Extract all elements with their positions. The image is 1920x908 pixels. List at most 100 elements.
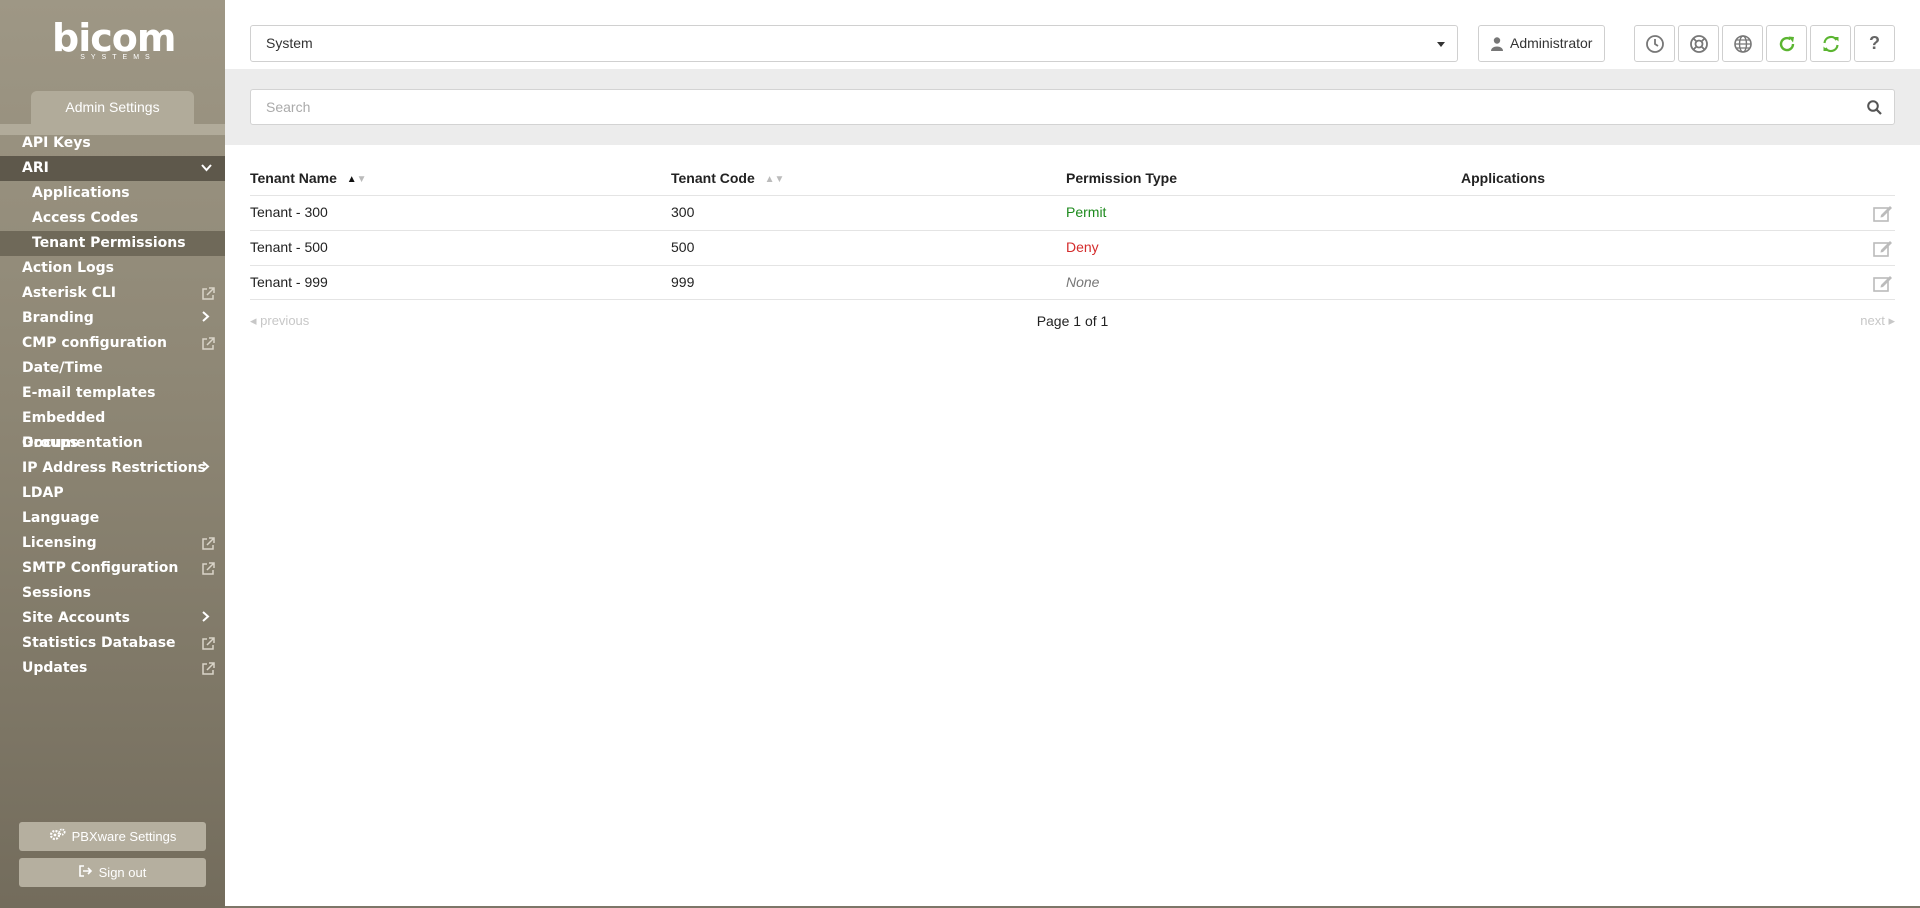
user-icon <box>1491 37 1503 51</box>
support-button[interactable] <box>1678 25 1719 62</box>
sidebar-nav: API Keys ARI Applications Access Codes T… <box>0 131 225 681</box>
sidebar-item-embedded-documentation[interactable]: Embedded Documentation <box>0 406 225 451</box>
bicom-logo: bicom SYSTEMS <box>52 18 176 66</box>
tenant-name-cell: Tenant - 300 <box>250 204 328 220</box>
caret-down-icon <box>1437 42 1445 47</box>
sidebar-item-label: SMTP Configuration <box>22 560 179 576</box>
sidebar-item-tenant-permissions[interactable]: Tenant Permissions <box>0 231 225 256</box>
sidebar-item-label: IP Address Restrictions <box>22 460 206 476</box>
edit-icon[interactable] <box>1873 205 1893 222</box>
sidebar-item-cmp-configuration[interactable]: CMP configuration <box>0 331 225 356</box>
sidebar-item-statistics-database[interactable]: Statistics Database <box>0 631 225 656</box>
sidebar-item-action-logs[interactable]: Action Logs <box>0 256 225 281</box>
sidebar-item-label: Language <box>22 510 100 526</box>
table-row[interactable]: Tenant - 300 300 Permit <box>250 195 1895 230</box>
column-header-permission-type: Permission Type <box>1066 165 1177 195</box>
edit-icon[interactable] <box>1873 240 1893 257</box>
external-link-icon <box>202 537 215 550</box>
column-header-label: Tenant Name <box>250 170 337 186</box>
next-page-label: next <box>1860 313 1885 328</box>
column-header-applications: Applications <box>1461 165 1545 195</box>
permission-type-cell: Permit <box>1066 204 1107 220</box>
sidebar-item-label: Branding <box>22 310 94 326</box>
sidebar-item-label: Tenant Permissions <box>32 235 186 251</box>
sidebar-item-label: Groups <box>22 435 79 451</box>
history-button[interactable] <box>1634 25 1675 62</box>
permission-type-cell: Deny <box>1066 239 1099 255</box>
sidebar-item-label: CMP configuration <box>22 335 168 351</box>
help-icon: ? <box>1869 33 1880 53</box>
sign-out-button[interactable]: Sign out <box>19 858 206 887</box>
chevron-down-icon <box>199 156 213 181</box>
language-button[interactable] <box>1722 25 1763 62</box>
sync-button[interactable] <box>1810 25 1851 62</box>
search-placeholder: Search <box>266 99 311 115</box>
sidebar-item-sessions[interactable]: Sessions <box>0 581 225 606</box>
sidebar-item-api-keys[interactable]: API Keys <box>0 131 225 156</box>
sidebar-item-groups[interactable]: Groups <box>0 431 225 456</box>
sort-icon[interactable]: ▲▼ <box>347 167 367 193</box>
external-link-icon <box>202 562 215 575</box>
caret-right-icon: ▸ <box>1884 313 1895 328</box>
sort-icon[interactable]: ▲▼ <box>765 167 785 193</box>
sidebar-item-label: E-mail templates <box>22 385 156 401</box>
cogs-icon <box>49 822 66 851</box>
sidebar-item-label: Sessions <box>22 585 91 601</box>
sidebar-item-language[interactable]: Language <box>0 506 225 531</box>
sidebar: bicom SYSTEMS Admin Settings API Keys AR… <box>0 0 225 908</box>
chevron-right-icon <box>199 456 213 481</box>
sidebar-item-licensing[interactable]: Licensing <box>0 531 225 556</box>
sidebar-item-label: API Keys <box>22 135 91 151</box>
sidebar-item-label: Updates <box>22 660 88 676</box>
column-header-tenant-code[interactable]: Tenant Code ▲▼ <box>671 165 784 195</box>
sidebar-item-email-templates[interactable]: E-mail templates <box>0 381 225 406</box>
sidebar-item-ari[interactable]: ARI <box>0 156 225 181</box>
sidebar-item-asterisk-cli[interactable]: Asterisk CLI <box>0 281 225 306</box>
sidebar-item-label: Access Codes <box>32 210 139 226</box>
sidebar-item-label: Date/Time <box>22 360 103 376</box>
admin-settings-tab[interactable]: Admin Settings <box>31 91 194 124</box>
external-link-icon <box>202 337 215 350</box>
system-select[interactable]: System <box>250 25 1458 62</box>
sidebar-item-smtp-configuration[interactable]: SMTP Configuration <box>0 556 225 581</box>
sidebar-item-applications[interactable]: Applications <box>0 181 225 206</box>
pagination: ◂ previous Page 1 of 1 next ▸ <box>250 313 1895 333</box>
search-input[interactable]: Search <box>250 89 1895 125</box>
reload-button[interactable] <box>1766 25 1807 62</box>
tenant-name-cell: Tenant - 500 <box>250 239 328 255</box>
permission-type-cell: None <box>1066 274 1100 290</box>
sidebar-item-site-accounts[interactable]: Site Accounts <box>0 606 225 631</box>
table-row[interactable]: Tenant - 999 999 None <box>250 265 1895 300</box>
external-link-icon <box>202 287 215 300</box>
system-select-value: System <box>266 35 313 51</box>
user-menu-button[interactable]: Administrator <box>1478 25 1605 62</box>
sidebar-item-ip-address-restrictions[interactable]: IP Address Restrictions <box>0 456 225 481</box>
tenant-code-cell: 500 <box>671 239 695 255</box>
sign-out-icon <box>78 858 93 887</box>
sidebar-item-ldap[interactable]: LDAP <box>0 481 225 506</box>
sidebar-item-label: LDAP <box>22 485 64 501</box>
pbxware-settings-button[interactable]: PBXware Settings <box>19 822 206 851</box>
column-header-tenant-name[interactable]: Tenant Name ▲▼ <box>250 165 367 195</box>
user-menu-label: Administrator <box>1510 35 1593 51</box>
reload-icon <box>1779 36 1794 51</box>
sidebar-item-label: Statistics Database <box>22 635 176 651</box>
help-button[interactable]: ? <box>1854 25 1895 62</box>
tenant-name-cell: Tenant - 999 <box>250 274 328 290</box>
external-link-icon <box>202 637 215 650</box>
sidebar-item-updates[interactable]: Updates <box>0 656 225 681</box>
sign-out-label: Sign out <box>98 865 147 880</box>
chevron-right-icon <box>199 606 213 631</box>
edit-icon[interactable] <box>1873 275 1893 292</box>
column-header-label: Applications <box>1461 170 1546 186</box>
pbxware-settings-label: PBXware Settings <box>71 829 177 844</box>
sidebar-item-date-time[interactable]: Date/Time <box>0 356 225 381</box>
sidebar-item-branding[interactable]: Branding <box>0 306 225 331</box>
search-icon[interactable] <box>1867 100 1882 115</box>
column-header-label: Tenant Code <box>671 170 755 186</box>
page-indicator: Page 1 of 1 <box>1036 313 1109 329</box>
sidebar-item-access-codes[interactable]: Access Codes <box>0 206 225 231</box>
table-row[interactable]: Tenant - 500 500 Deny <box>250 230 1895 265</box>
next-page-link[interactable]: next ▸ <box>1860 313 1895 329</box>
column-header-label: Permission Type <box>1066 170 1178 186</box>
